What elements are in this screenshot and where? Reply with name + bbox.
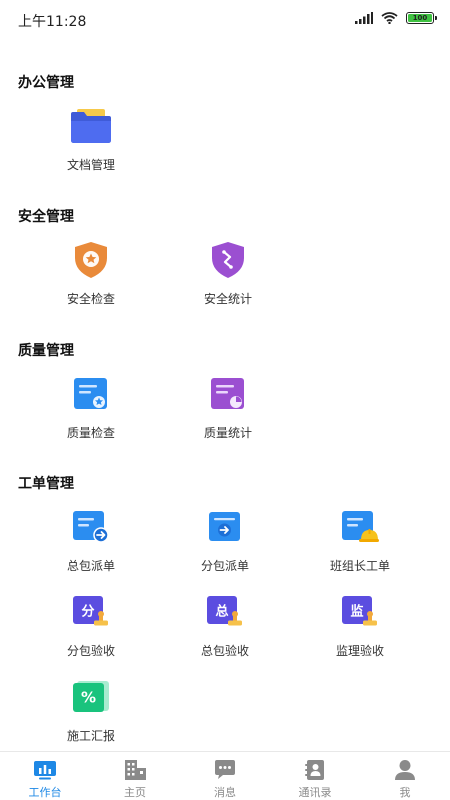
tile-subcontract-acceptance[interactable]: 分 分包验收 <box>26 592 156 662</box>
shield-star-icon <box>71 240 111 280</box>
tab-messages[interactable]: 消息 <box>180 752 270 800</box>
box-dispatch-icon <box>205 507 245 547</box>
stamp-jian-icon: 监 <box>340 592 380 632</box>
user-icon <box>393 759 417 781</box>
tab-label: 工作台 <box>28 786 62 799</box>
doc-star-icon <box>71 374 111 414</box>
folder-icon <box>71 106 111 146</box>
doc-helmet-icon <box>340 507 380 547</box>
tile-safety-inspection[interactable]: 安全检查 <box>26 240 156 310</box>
tile-label: 班组长工单 <box>329 559 390 573</box>
tile-label: 总包派单 <box>66 559 115 573</box>
battery-icon: 100 <box>406 12 437 24</box>
status-bar: 上午11:28 100 <box>0 0 450 40</box>
tab-workbench[interactable]: 工作台 <box>0 752 90 800</box>
tile-quality-inspection[interactable]: 质量检查 <box>26 374 156 444</box>
bottom-tab-bar: 工作台 主页 消息 通讯录 我 <box>0 751 450 800</box>
section-title-work-orders: 工单管理 <box>18 476 74 492</box>
tile-label: 分包派单 <box>200 559 249 573</box>
tile-label: 质量统计 <box>203 426 252 440</box>
stamp-fen-icon: 分 <box>71 592 111 632</box>
tile-label: 文档管理 <box>66 158 115 172</box>
tab-me[interactable]: 我 <box>360 752 450 800</box>
building-icon <box>123 759 147 781</box>
tab-home[interactable]: 主页 <box>90 752 180 800</box>
doc-pie-icon <box>208 374 248 414</box>
percent-report-icon: % <box>71 677 111 717</box>
tile-supervision-acceptance[interactable]: 监 监理验收 <box>295 592 425 662</box>
wifi-icon <box>381 12 398 24</box>
tile-quality-statistics[interactable]: 质量统计 <box>163 374 293 444</box>
tile-construction-report[interactable]: % 施工汇报 <box>26 677 156 747</box>
tile-general-dispatch[interactable]: 总包派单 <box>26 507 156 577</box>
tile-general-acceptance[interactable]: 总 总包验收 <box>160 592 290 662</box>
tab-contacts[interactable]: 通讯录 <box>270 752 360 800</box>
section-title-quality: 质量管理 <box>18 343 74 359</box>
tile-label: 施工汇报 <box>66 729 115 743</box>
svg-text:%: % <box>81 689 96 707</box>
tile-team-leader-orders[interactable]: 班组长工单 <box>295 507 425 577</box>
svg-text:总: 总 <box>215 604 228 620</box>
tab-label: 主页 <box>124 786 146 799</box>
battery-level: 100 <box>412 13 428 22</box>
section-title-safety: 安全管理 <box>18 209 74 225</box>
contacts-icon <box>303 759 327 781</box>
tile-label: 总包验收 <box>200 644 249 658</box>
tile-subcontract-dispatch[interactable]: 分包派单 <box>160 507 290 577</box>
tile-label: 质量检查 <box>66 426 115 440</box>
shield-chart-icon <box>208 240 248 280</box>
tab-label: 通讯录 <box>298 786 332 799</box>
section-title-office: 办公管理 <box>18 75 74 91</box>
tile-safety-statistics[interactable]: 安全统计 <box>163 240 293 310</box>
message-icon <box>213 759 237 781</box>
status-time: 上午11:28 <box>18 14 87 30</box>
tile-label: 分包验收 <box>66 644 115 658</box>
workbench-icon <box>33 759 57 781</box>
tile-label: 监理验收 <box>335 644 384 658</box>
tile-document-management[interactable]: 文档管理 <box>26 106 156 176</box>
tab-label: 消息 <box>214 786 236 799</box>
stamp-zong-icon: 总 <box>205 592 245 632</box>
svg-text:分: 分 <box>81 604 94 620</box>
signal-icon <box>355 12 373 24</box>
status-icons: 100 <box>355 12 437 24</box>
svg-text:监: 监 <box>350 604 363 620</box>
tile-label: 安全统计 <box>203 292 252 306</box>
tab-label: 我 <box>399 786 411 799</box>
tile-label: 安全检查 <box>66 292 115 306</box>
doc-dispatch-icon <box>71 507 111 547</box>
